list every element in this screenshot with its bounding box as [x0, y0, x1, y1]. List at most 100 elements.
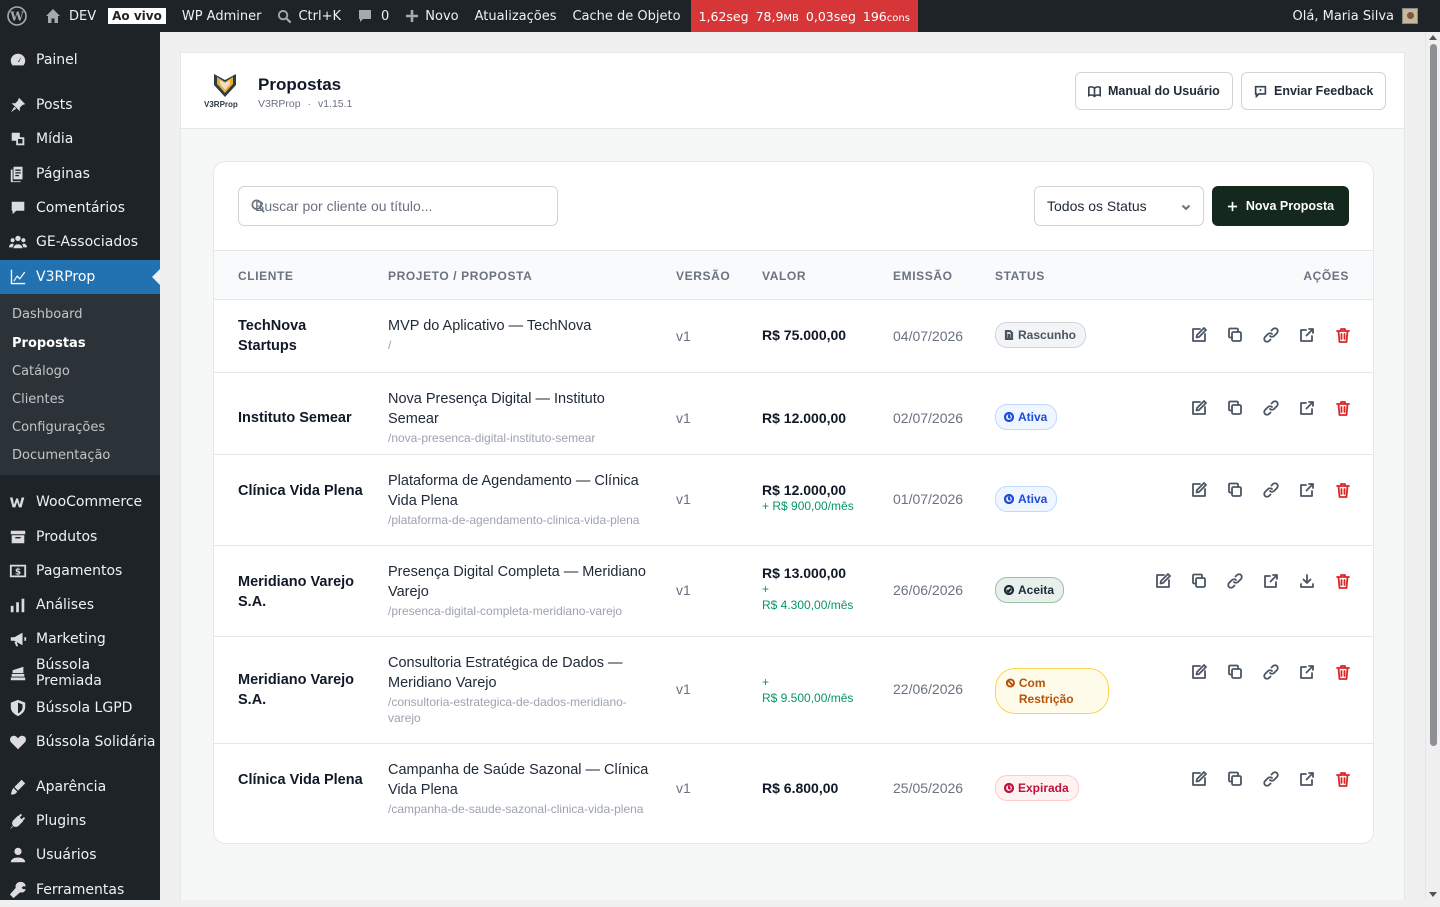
duplicate-icon[interactable] — [1225, 480, 1245, 500]
submenu-clientes[interactable]: Clientes — [12, 392, 64, 407]
wordpress-logo-icon[interactable]: W — [0, 0, 37, 32]
project-title[interactable]: Presença Digital Completa — Meridiano Va… — [388, 562, 653, 602]
updates-link[interactable]: Atualizações — [467, 0, 565, 32]
edit-icon[interactable] — [1189, 769, 1209, 789]
trash-icon[interactable] — [1333, 398, 1353, 418]
menu-item-painel[interactable]: Painel — [0, 43, 160, 77]
menu-label: Análises — [36, 597, 95, 613]
menu-item-v3rprop[interactable]: V3RProp — [0, 260, 160, 294]
row-actions — [1189, 662, 1353, 682]
menu-item-midia[interactable]: Mídia — [0, 122, 160, 156]
download-icon[interactable] — [1297, 571, 1317, 591]
external-link-icon[interactable] — [1297, 662, 1317, 682]
scroll-up-arrow[interactable] — [1429, 35, 1437, 40]
project-title[interactable]: Plataforma de Agendamento — Clínica Vida… — [388, 471, 653, 511]
command-palette-button[interactable]: Ctrl+K — [269, 0, 349, 32]
external-link-icon[interactable] — [1297, 480, 1317, 500]
version: v1 — [676, 491, 691, 507]
duplicate-icon[interactable] — [1225, 662, 1245, 682]
plugin-meta: V3RProp · v1.15.1 — [258, 98, 352, 110]
project-slug: /plataforma-de-agendamento-clinica-vida-… — [388, 513, 640, 527]
object-cache-link[interactable]: Cache de Objeto — [564, 0, 690, 32]
menu-item-ferramentas[interactable]: Ferramentas — [0, 873, 160, 907]
check-circle-icon — [1004, 585, 1014, 595]
trash-icon[interactable] — [1333, 769, 1353, 789]
user-manual-button[interactable]: Manual do Usuário — [1075, 72, 1233, 110]
menu-item-posts[interactable]: Posts — [0, 88, 160, 122]
status-filter-select[interactable]: Todos os Status — [1034, 186, 1204, 226]
row-actions — [1189, 398, 1353, 418]
menu-item-bussola-premiada[interactable]: Bússola Premiada — [0, 656, 160, 690]
duplicate-icon[interactable] — [1225, 769, 1245, 789]
external-link-icon[interactable] — [1297, 325, 1317, 345]
menu-item-ge-associados[interactable]: GE-Associados — [0, 225, 160, 259]
row-actions — [1189, 325, 1353, 345]
menu-item-usuarios[interactable]: Usuários — [0, 838, 160, 872]
project-slug: /nova-presenca-digital-instituto-semear — [388, 431, 596, 445]
edit-icon[interactable] — [1189, 398, 1209, 418]
menu-item-plugins[interactable]: Plugins — [0, 804, 160, 838]
status-badge: Rascunho — [995, 322, 1087, 348]
trash-icon[interactable] — [1333, 571, 1353, 591]
menu-item-comentarios[interactable]: Comentários — [0, 191, 160, 225]
send-feedback-button[interactable]: Enviar Feedback — [1241, 72, 1387, 110]
submenu-propostas[interactable]: Propostas — [12, 336, 86, 351]
menu-item-aparencia[interactable]: Aparência — [0, 770, 160, 804]
submenu-documentacao[interactable]: Documentação — [12, 448, 110, 463]
scrollbar-thumb[interactable] — [1430, 44, 1437, 746]
trash-icon[interactable] — [1333, 325, 1353, 345]
edit-icon[interactable] — [1189, 480, 1209, 500]
submenu-dashboard[interactable]: Dashboard — [12, 307, 83, 322]
link-icon[interactable] — [1261, 325, 1281, 345]
link-icon[interactable] — [1225, 571, 1245, 591]
value-cell: R$ 6.800,00 — [762, 780, 872, 796]
new-proposal-button[interactable]: Nova Proposta — [1212, 186, 1349, 226]
issue-date: 01/07/2026 — [893, 491, 964, 507]
menu-item-analises[interactable]: Análises — [0, 588, 160, 622]
link-icon[interactable] — [1261, 769, 1281, 789]
my-account-link[interactable]: Olá, Maria Silva — [1293, 8, 1440, 24]
external-link-icon[interactable] — [1261, 571, 1281, 591]
client-name: Meridiano Varejo S.A. — [238, 672, 355, 708]
trash-icon[interactable] — [1333, 662, 1353, 682]
comment-icon — [359, 10, 372, 22]
trash-icon[interactable] — [1333, 480, 1353, 500]
menu-item-pagamentos[interactable]: $ Pagamentos — [0, 554, 160, 588]
external-link-icon[interactable] — [1297, 769, 1317, 789]
wp-adminer-link[interactable]: WP Adminer — [174, 0, 270, 32]
edit-icon[interactable] — [1189, 325, 1209, 345]
menu-item-bussola-lgpd[interactable]: Bússola LGPD — [0, 691, 160, 725]
menu-label: Bússola Premiada — [35, 657, 102, 689]
new-content-link[interactable]: Novo — [397, 0, 466, 32]
site-name-link[interactable]: DEV Ao vivo — [37, 0, 174, 32]
link-icon[interactable] — [1261, 662, 1281, 682]
menu-item-marketing[interactable]: Marketing — [0, 622, 160, 656]
query-monitor-stats[interactable]: 1,62seg 78,9MB 0,03seg 196cons — [690, 0, 918, 32]
submenu-catalogo[interactable]: Catálogo — [12, 364, 70, 379]
menu-item-paginas[interactable]: Páginas — [0, 157, 160, 191]
comments-link[interactable]: 0 — [349, 0, 397, 32]
scroll-down-arrow[interactable] — [1429, 892, 1437, 897]
page-scrollbar[interactable] — [1425, 32, 1440, 900]
link-icon[interactable] — [1261, 480, 1281, 500]
external-link-icon[interactable] — [1297, 398, 1317, 418]
edit-icon[interactable] — [1189, 662, 1209, 682]
duplicate-icon[interactable] — [1225, 325, 1245, 345]
duplicate-icon[interactable] — [1189, 571, 1209, 591]
link-icon[interactable] — [1261, 398, 1281, 418]
submenu-configuracoes[interactable]: Configurações — [12, 420, 105, 435]
duplicate-icon[interactable] — [1225, 398, 1245, 418]
edit-icon[interactable] — [1153, 571, 1173, 591]
project-title[interactable]: MVP do Aplicativo — TechNova — [388, 316, 653, 336]
search-input[interactable]: Buscar por cliente ou título... — [238, 186, 558, 226]
menu-item-produtos[interactable]: Produtos — [0, 520, 160, 554]
menu-item-woocommerce[interactable]: WooCommerce — [0, 485, 160, 519]
project-title[interactable]: Campanha de Saúde Sazonal — Clínica Vida… — [388, 760, 653, 800]
menu-item-bussola-solidaria[interactable]: Bússola Solidária — [0, 725, 160, 759]
status-label: Rascunho — [1018, 328, 1077, 342]
menu-label: Painel — [36, 52, 78, 68]
project-title[interactable]: Nova Presença Digital — Instituto Semear — [388, 389, 653, 429]
project-title[interactable]: Consultoria Estratégica de Dados — Merid… — [388, 653, 653, 693]
clock-icon — [1004, 494, 1014, 504]
bar-chart-icon — [8, 595, 28, 615]
